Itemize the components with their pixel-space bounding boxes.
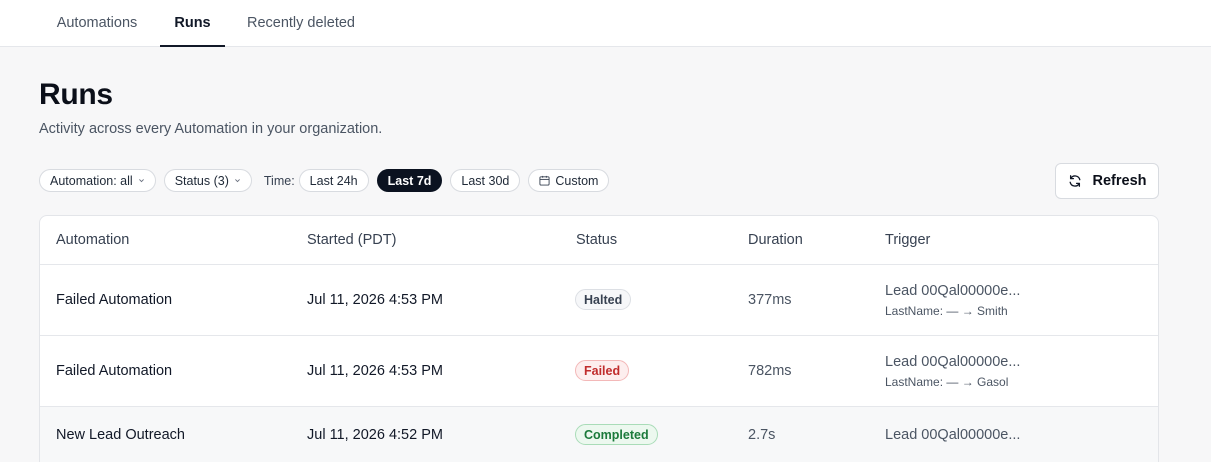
tab-automations[interactable]: Automations — [40, 0, 154, 46]
trigger-detail: LastName: — → Smith — [885, 304, 1008, 318]
refresh-button[interactable]: Refresh — [1055, 163, 1159, 199]
time-option-custom[interactable]: Custom — [528, 169, 610, 192]
status-badge: Halted — [575, 289, 632, 310]
column-header-automation[interactable]: Automation — [56, 232, 129, 248]
automation-name: New Lead Outreach — [56, 427, 185, 443]
page-subtitle: Activity across every Automation in your… — [39, 121, 383, 137]
trigger-record[interactable]: Lead 00Qal00000e... — [885, 354, 1020, 370]
chevron-down-icon — [234, 179, 240, 183]
table-header: Automation Started (PDT) Status Duration… — [40, 216, 1158, 265]
filter-bar: Automation: all Status (3) Time: Last 24… — [39, 169, 617, 192]
column-header-trigger[interactable]: Trigger — [885, 232, 930, 248]
time-option-last-30d[interactable]: Last 30d — [450, 169, 521, 192]
refresh-icon — [1069, 175, 1080, 187]
tab-recently-deleted[interactable]: Recently deleted — [231, 0, 371, 46]
calendar-icon — [539, 175, 550, 186]
started-time: Jul 11, 2026 4:53 PM — [307, 292, 443, 308]
page-title: Runs — [39, 78, 113, 111]
automation-name: Failed Automation — [56, 363, 173, 379]
time-option-last-7d[interactable]: Last 7d — [376, 169, 443, 192]
trigger-detail: LastName: — → Gasol — [885, 375, 1009, 389]
time-filter-label: Time: — [263, 173, 295, 188]
status-filter-label: Status (3) — [174, 173, 229, 188]
duration: 377ms — [748, 292, 792, 308]
started-time: Jul 11, 2026 4:52 PM — [307, 427, 443, 443]
column-header-status[interactable]: Status — [576, 232, 617, 248]
tab-runs[interactable]: Runs — [160, 0, 225, 47]
top-tab-bar: Automations Runs Recently deleted — [0, 0, 1211, 47]
started-time: Jul 11, 2026 4:53 PM — [307, 363, 443, 379]
trigger-record[interactable]: Lead 00Qal00000e... — [885, 283, 1020, 299]
chevron-down-icon — [138, 179, 144, 183]
runs-table: Automation Started (PDT) Status Duration… — [39, 215, 1159, 462]
duration: 782ms — [748, 363, 792, 379]
column-header-duration[interactable]: Duration — [748, 232, 803, 248]
time-option-last-24h[interactable]: Last 24h — [298, 169, 369, 192]
table-row[interactable]: Failed Automation Jul 11, 2026 4:53 PM F… — [40, 336, 1158, 407]
table-row[interactable]: New Lead Outreach Jul 11, 2026 4:52 PM C… — [40, 407, 1158, 462]
custom-label: Custom — [555, 173, 599, 188]
status-badge: Completed — [575, 424, 658, 445]
duration: 2.7s — [748, 427, 776, 443]
refresh-label: Refresh — [1092, 173, 1147, 189]
automation-filter[interactable]: Automation: all — [39, 169, 156, 192]
table-row[interactable]: Failed Automation Jul 11, 2026 4:53 PM H… — [40, 265, 1158, 336]
status-badge: Failed — [575, 360, 630, 381]
automation-name: Failed Automation — [56, 292, 173, 308]
column-header-started[interactable]: Started (PDT) — [307, 232, 396, 248]
status-filter[interactable]: Status (3) — [163, 169, 252, 192]
trigger-record[interactable]: Lead 00Qal00000e... — [885, 427, 1020, 443]
automation-filter-label: Automation: all — [50, 173, 133, 188]
